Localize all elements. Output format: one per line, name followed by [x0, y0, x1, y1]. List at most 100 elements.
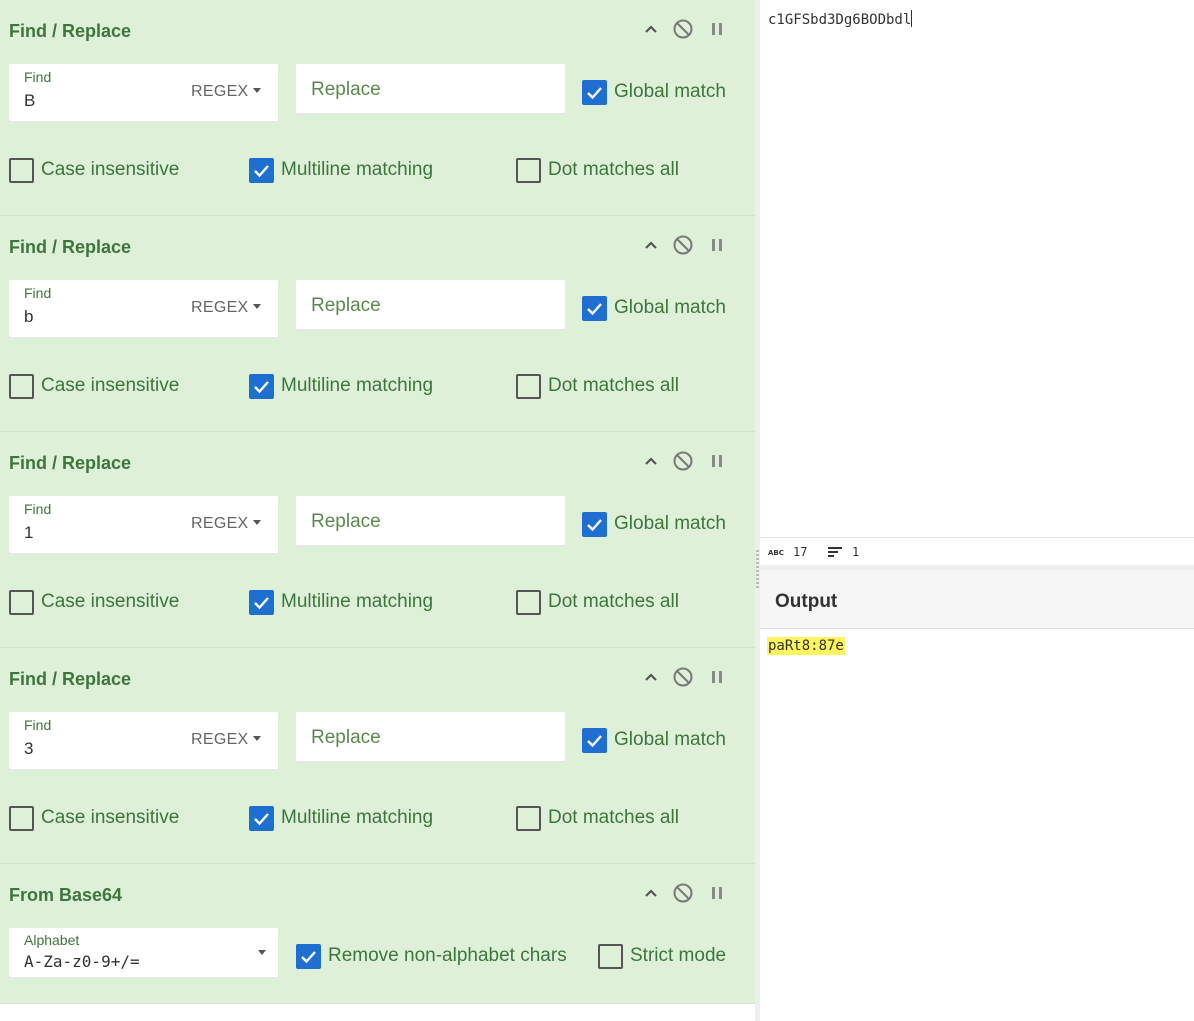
- case-insensitive-label: Case insensitive: [41, 159, 180, 180]
- checkbox-checked-icon: [582, 296, 607, 321]
- pause-icon[interactable]: [704, 880, 730, 906]
- replace-input[interactable]: Replace: [311, 727, 381, 749]
- replace-input[interactable]: Replace: [311, 79, 381, 101]
- lines-icon: [828, 547, 842, 557]
- operation-find-replace-4: Find / Replace Find 3 REGEX Replace Glob…: [0, 648, 755, 864]
- caret-down-icon: [252, 736, 261, 741]
- input-pane[interactable]: c1GFSbd3Dg6BODbdl: [760, 0, 1194, 537]
- checkbox-checked-icon: [249, 374, 274, 399]
- dot-matches-all-label: Dot matches all: [548, 159, 679, 180]
- caret-down-icon: [252, 520, 261, 525]
- operation-controls: [638, 664, 738, 690]
- operation-controls: [638, 16, 738, 42]
- alphabet-value: A-Za-z0-9+/=: [24, 952, 140, 971]
- output-header: Output: [760, 570, 1194, 629]
- find-input[interactable]: b: [24, 307, 33, 327]
- caret-down-icon: [258, 950, 266, 955]
- find-mode-label: REGEX: [191, 299, 249, 316]
- case-insensitive-label: Case insensitive: [41, 375, 180, 396]
- find-input[interactable]: 1: [24, 523, 33, 543]
- text-cursor: [911, 10, 913, 27]
- replace-input[interactable]: Replace: [311, 511, 381, 533]
- input-text: c1GFSbd3Dg6BODbdl: [768, 12, 912, 28]
- checkbox-checked-icon: [249, 590, 274, 615]
- multiline-label: Multiline matching: [281, 159, 434, 180]
- svg-text:ABC: ABC: [768, 549, 784, 556]
- multiline-label: Multiline matching: [281, 807, 434, 828]
- global-match-label: Global match: [614, 729, 726, 750]
- operation-find-replace-2: Find / Replace Find b REGEX Replace Glob…: [0, 216, 755, 432]
- pause-icon[interactable]: [704, 664, 730, 690]
- output-title: Output: [775, 591, 838, 612]
- disable-icon[interactable]: [670, 880, 696, 906]
- checkbox-unchecked-icon: [9, 158, 34, 183]
- recipe-pane: Find / Replace Find B REGEX Replace Glob…: [0, 0, 755, 1021]
- output-pane[interactable]: paRt8:87e: [760, 629, 1194, 1021]
- checkbox-unchecked-icon: [598, 944, 623, 969]
- pause-icon[interactable]: [704, 16, 730, 42]
- checkbox-checked-icon: [582, 728, 607, 753]
- operation-title: Find / Replace: [9, 669, 132, 689]
- input-lines: 1: [852, 545, 860, 559]
- find-label: Find: [24, 717, 52, 733]
- pause-icon[interactable]: [704, 448, 730, 474]
- find-label: Find: [24, 501, 52, 517]
- strict-mode-label: Strict mode: [630, 945, 727, 966]
- operation-controls: [638, 232, 738, 258]
- replace-input[interactable]: Replace: [311, 295, 381, 317]
- chevron-up-icon[interactable]: [638, 880, 664, 906]
- replace-field[interactable]: Replace: [296, 496, 565, 546]
- remove-non-alphabet-label: Remove non-alphabet chars: [328, 945, 567, 966]
- checkbox-unchecked-icon: [516, 806, 541, 831]
- disable-icon[interactable]: [670, 232, 696, 258]
- find-mode-label: REGEX: [191, 515, 249, 532]
- chevron-up-icon[interactable]: [638, 448, 664, 474]
- find-field[interactable]: Find b REGEX: [9, 280, 278, 338]
- find-field[interactable]: Find 3 REGEX: [9, 712, 278, 770]
- disable-icon[interactable]: [670, 664, 696, 690]
- input-length: 17: [793, 545, 808, 559]
- find-mode-label: REGEX: [191, 731, 249, 748]
- alphabet-dropdown[interactable]: Alphabet A-Za-z0-9+/=: [9, 928, 278, 978]
- operation-title: Find / Replace: [9, 21, 132, 41]
- abc-length-icon: ABC: [768, 549, 784, 556]
- find-field[interactable]: Find B REGEX: [9, 64, 278, 122]
- find-label: Find: [24, 69, 52, 85]
- replace-field[interactable]: Replace: [296, 280, 565, 330]
- alphabet-label: Alphabet: [24, 932, 80, 948]
- multiline-label: Multiline matching: [281, 375, 434, 396]
- global-match-label: Global match: [614, 297, 726, 318]
- disable-icon[interactable]: [670, 16, 696, 42]
- disable-icon[interactable]: [670, 448, 696, 474]
- chevron-up-icon[interactable]: [638, 16, 664, 42]
- operation-find-replace-3: Find / Replace Find 1 REGEX Replace Glob…: [0, 432, 755, 648]
- operation-from-base64: From Base64 Alphabet A-Za-z0-9+/= Remove…: [0, 864, 755, 1004]
- dot-matches-all-label: Dot matches all: [548, 807, 679, 828]
- find-mode-dropdown[interactable]: REGEX: [191, 83, 261, 101]
- checkbox-checked-icon: [582, 80, 607, 105]
- checkbox-unchecked-icon: [9, 590, 34, 615]
- find-input[interactable]: B: [24, 91, 35, 111]
- pause-icon[interactable]: [704, 232, 730, 258]
- operation-controls: [638, 448, 738, 474]
- caret-down-icon: [252, 304, 261, 309]
- checkbox-unchecked-icon: [516, 374, 541, 399]
- operation-controls: [638, 880, 738, 906]
- find-mode-dropdown[interactable]: REGEX: [191, 731, 261, 749]
- case-insensitive-label: Case insensitive: [41, 591, 180, 612]
- find-mode-dropdown[interactable]: REGEX: [191, 515, 261, 533]
- output-text: paRt8:87e: [767, 637, 845, 655]
- chevron-up-icon[interactable]: [638, 232, 664, 258]
- find-mode-label: REGEX: [191, 83, 249, 100]
- chevron-up-icon[interactable]: [638, 664, 664, 690]
- find-field[interactable]: Find 1 REGEX: [9, 496, 278, 554]
- dot-matches-all-label: Dot matches all: [548, 591, 679, 612]
- checkbox-checked-icon: [582, 512, 607, 537]
- replace-field[interactable]: Replace: [296, 64, 565, 114]
- resize-grip-icon[interactable]: [756, 550, 759, 590]
- input-textarea[interactable]: c1GFSbd3Dg6BODbdl: [768, 10, 913, 28]
- find-mode-dropdown[interactable]: REGEX: [191, 299, 261, 317]
- replace-field[interactable]: Replace: [296, 712, 565, 762]
- checkbox-checked-icon: [249, 806, 274, 831]
- find-input[interactable]: 3: [24, 739, 33, 759]
